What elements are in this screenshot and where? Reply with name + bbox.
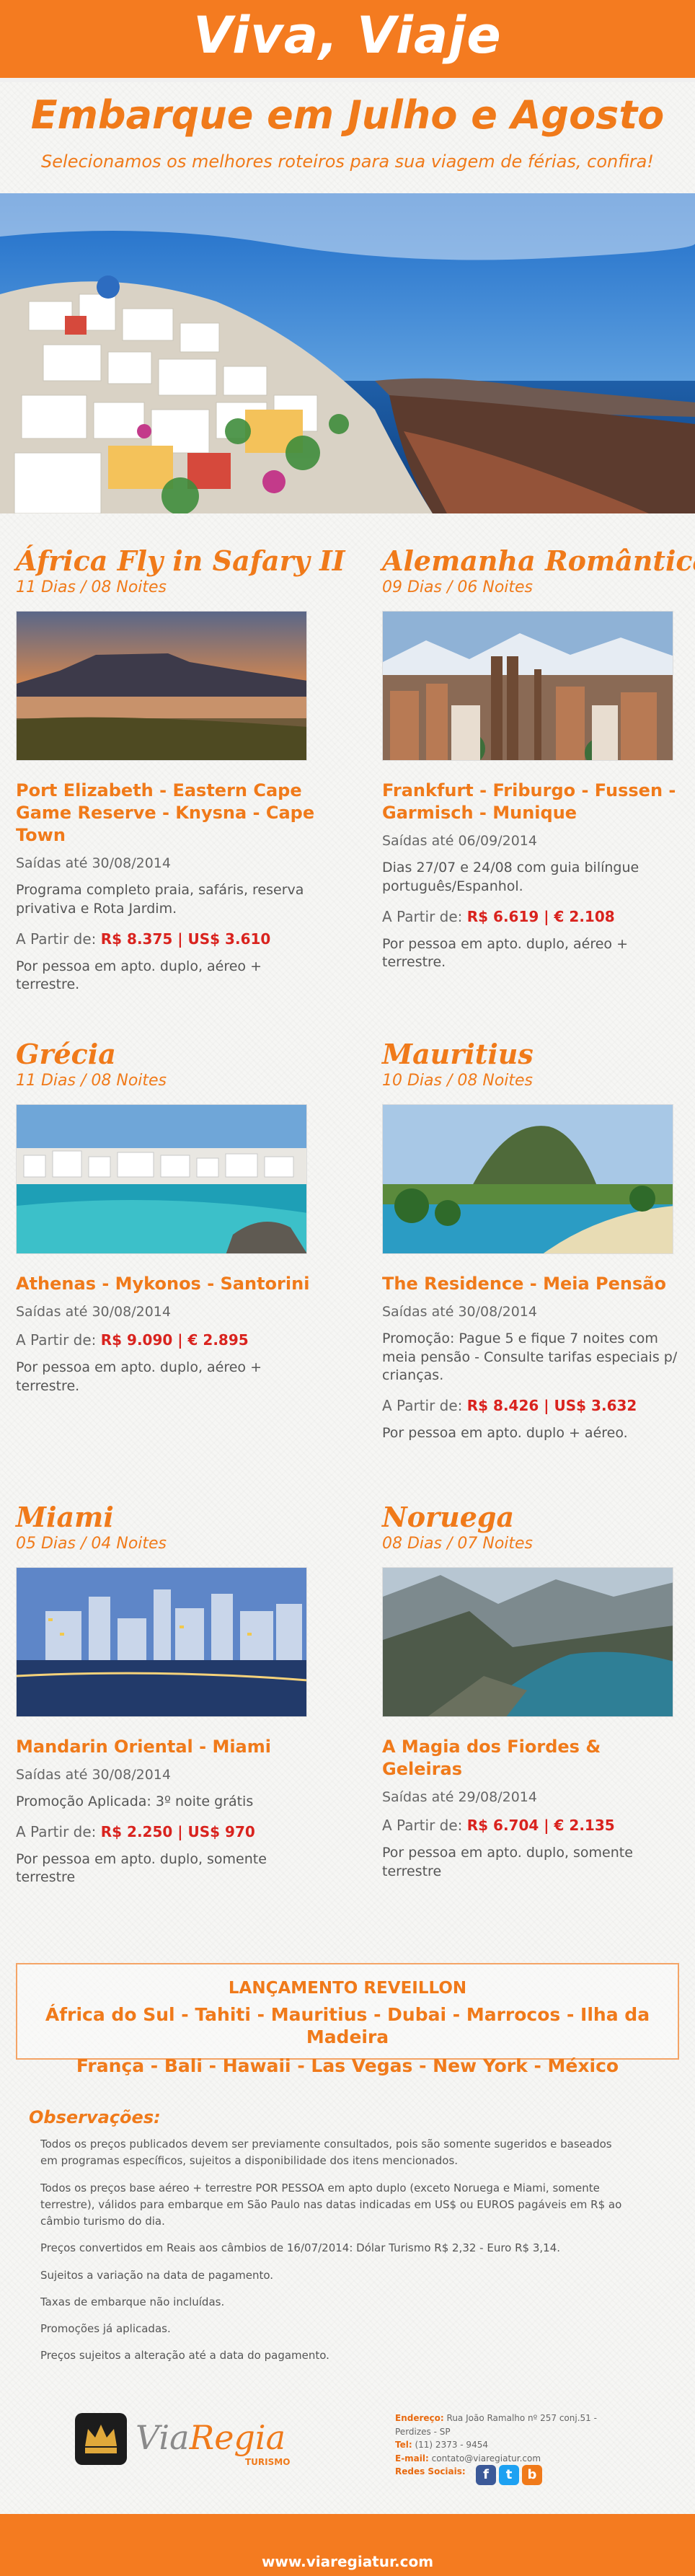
price-value: R$ 6.619 | € 2.108 [466, 907, 615, 925]
twitter-icon[interactable]: t [499, 2465, 519, 2485]
destination-duration: 09 Dias / 06 Noites [382, 578, 534, 596]
destination-name: Noruega [382, 1501, 515, 1533]
price-label: A Partir de: [16, 1331, 97, 1349]
observation-item: Taxas de embarque não incluídas. [40, 2295, 225, 2308]
destination-name: Alemanha Romântica [382, 544, 695, 577]
destination-duration: 05 Dias / 04 Noites [16, 1534, 167, 1553]
social-label: Redes Sociais: [395, 2466, 466, 2477]
observation-item: Todos os preços base aéreo + terrestre P… [40, 2181, 622, 2228]
norway-fjord-image[interactable] [382, 1566, 673, 1717]
brand-title: Viva, Viaje [193, 6, 502, 65]
reveillon-box[interactable]: LANÇAMENTO REVEILLON África do Sul - Tah… [16, 1963, 679, 2076]
social-icons: ftb [476, 2465, 545, 2485]
hero-santorini-image [0, 193, 695, 513]
miami-skyline-image[interactable] [16, 1566, 307, 1717]
reveillon-title: LANÇAMENTO REVEILLON [228, 1979, 467, 1998]
destination-route: Mandarin Oriental - Miami [16, 1736, 271, 1757]
website-link[interactable]: www.viaregiatur.com [0, 2553, 695, 2570]
phone-text[interactable]: (11) 2373 - 9454 [415, 2440, 487, 2450]
email-link[interactable]: contato@viaregiatur.com [432, 2453, 541, 2463]
departure-date: Saídas até 29/08/2014 [382, 1789, 537, 1806]
price-note: Por pessoa em apto. duplo, aéreo + terre… [16, 958, 262, 993]
destination-card[interactable]: Mauritius 10 Dias / 08 Noites The Reside… [382, 1040, 685, 1443]
address-label: Endereço: [395, 2413, 444, 2423]
destination-card[interactable]: Noruega 08 Dias / 07 Noites A Magia dos … [382, 1503, 685, 1882]
destination-duration: 10 Dias / 08 Noites [382, 1071, 534, 1090]
price-line: A Partir de: R$ 8.426 | US$ 3.632 [382, 1397, 685, 1414]
departure-date: Saídas até 06/09/2014 [382, 833, 537, 850]
observation-item: Preços sujeitos a alteração até a data d… [40, 2349, 329, 2363]
departure-date: Saídas até 30/08/2014 [16, 1767, 171, 1783]
blog-icon[interactable]: b [522, 2465, 542, 2485]
destination-description: Promoção: Pague 5 e fique 7 noites com m… [382, 1331, 678, 1384]
price-value: R$ 9.090 | € 2.895 [100, 1331, 249, 1349]
price-label: A Partir de: [382, 1817, 463, 1835]
viaregia-logo[interactable]: ViaRegia TURISMO [75, 2409, 313, 2471]
observations-title: Observações: [29, 2107, 161, 2127]
destination-description: Programa completo praia, safáris, reserv… [16, 882, 304, 917]
destination-description: Dias 27/07 e 24/08 com guia bilíngue por… [382, 860, 639, 894]
destination-name: Miami [16, 1501, 114, 1533]
destination-card[interactable]: Alemanha Romântica 09 Dias / 06 Noites F… [382, 544, 695, 972]
destination-name: África Fly in Safary II [16, 544, 345, 577]
price-label: A Partir de: [16, 1822, 97, 1840]
price-note: Por pessoa em apto. duplo + aéreo. [382, 1425, 628, 1441]
facebook-icon[interactable]: f [476, 2465, 496, 2485]
destination-route: A Magia dos Fiordes & Geleiras [382, 1736, 601, 1780]
departure-date: Saídas até 30/08/2014 [16, 1304, 171, 1320]
destination-route: Frankfurt - Friburgo - Fussen - Garmisch… [382, 780, 676, 824]
observations-list: Todos os preços publicados devem ser pre… [40, 2136, 632, 2375]
logo-subtitle: TURISMO [245, 2457, 290, 2467]
price-label: A Partir de: [382, 907, 463, 925]
observation-item: Promoções já aplicadas. [40, 2322, 171, 2335]
destination-name: Grécia [16, 1038, 116, 1070]
price-line: A Partir de: R$ 6.619 | € 2.108 [382, 908, 685, 925]
price-line: A Partir de: R$ 9.090 | € 2.895 [16, 1331, 319, 1349]
price-line: A Partir de: R$ 2.250 | US$ 970 [16, 1823, 319, 1840]
phone-label: Tel: [395, 2440, 412, 2451]
destination-duration: 11 Dias / 08 Noites [16, 1071, 167, 1090]
destination-duration: 11 Dias / 08 Noites [16, 578, 167, 596]
departure-date: Saídas até 30/08/2014 [382, 1304, 537, 1320]
destination-card[interactable]: Grécia 11 Dias / 08 Noites Athenas - Myk… [16, 1040, 319, 1395]
price-note: Por pessoa em apto. duplo, aéreo + terre… [16, 1359, 262, 1394]
destination-description: Promoção Aplicada: 3º noite grátis [16, 1794, 254, 1810]
price-value: R$ 6.704 | € 2.135 [466, 1817, 615, 1835]
destination-card[interactable]: Miami 05 Dias / 04 Noites Mandarin Orien… [16, 1503, 319, 1887]
price-value: R$ 8.375 | US$ 3.610 [100, 930, 271, 948]
departure-date: Saídas até 30/08/2014 [16, 855, 171, 872]
munich-skyline-image[interactable] [382, 610, 673, 761]
destination-route: Port Elizabeth - Eastern Cape Game Reser… [16, 780, 315, 846]
reveillon-destinations-line2: França - Bali - Hawaii - Las Vegas - New… [76, 2055, 619, 2076]
price-label: A Partir de: [382, 1397, 463, 1414]
headline: Embarque em Julho e Agosto [30, 92, 665, 138]
price-line: A Partir de: R$ 8.375 | US$ 3.610 [16, 930, 319, 948]
price-note: Por pessoa em apto. duplo, aéreo + terre… [382, 935, 629, 971]
price-value: R$ 2.250 | US$ 970 [100, 1822, 255, 1840]
destination-card[interactable]: África Fly in Safary II 11 Dias / 08 Noi… [16, 544, 345, 994]
logo-wordmark: ViaRegia [136, 2418, 285, 2457]
subheadline: Selecionamos os melhores roteiros para s… [41, 151, 654, 172]
destination-route: Athenas - Mykonos - Santorini [16, 1273, 310, 1294]
observation-item: Sujeitos a variação na data de pagamento… [40, 2268, 274, 2282]
destination-route: The Residence - Meia Pensão [382, 1273, 666, 1294]
reveillon-destinations-line1: África do Sul - Tahiti - Mauritius - Dub… [45, 2004, 650, 2048]
mauritius-beach-image[interactable] [382, 1103, 673, 1254]
greek-island-image[interactable] [16, 1103, 307, 1254]
observation-item: Preços convertidos em Reais aos câmbios … [40, 2241, 561, 2255]
destination-name: Mauritius [382, 1038, 534, 1070]
price-value: R$ 8.426 | US$ 3.632 [466, 1397, 637, 1414]
observation-item: Todos os preços publicados devem ser pre… [40, 2138, 612, 2168]
price-line: A Partir de: R$ 6.704 | € 2.135 [382, 1817, 685, 1834]
price-note: Por pessoa em apto. duplo, somente terre… [16, 1851, 267, 1886]
price-note: Por pessoa em apto. duplo, somente terre… [382, 1845, 633, 1879]
email-label: E-mail: [395, 2453, 429, 2463]
price-label: A Partir de: [16, 930, 97, 948]
table-mountain-sunset-image[interactable] [16, 610, 307, 761]
destination-duration: 08 Dias / 07 Noites [382, 1534, 534, 1553]
